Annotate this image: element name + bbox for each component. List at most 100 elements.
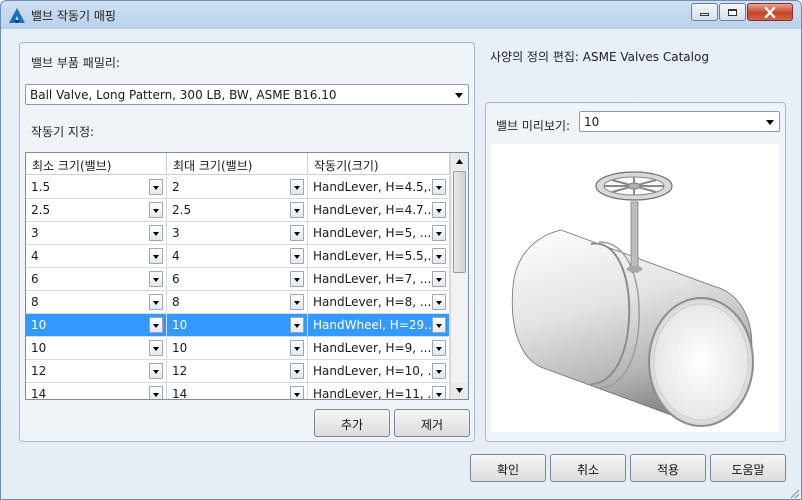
cell-dropdown-icon[interactable] (149, 340, 163, 356)
cell-dropdown-icon[interactable] (432, 363, 446, 379)
actuator-cell[interactable]: HandLever, H=5, ... (308, 222, 450, 245)
cell-dropdown-icon[interactable] (149, 248, 163, 264)
min-size-cell[interactable]: 12 (26, 360, 167, 383)
column-header-actuator[interactable]: 작동기(크기) (308, 153, 450, 174)
max-size-cell[interactable]: 12 (167, 360, 308, 383)
column-header-max-size[interactable]: 최대 크기(밸브) (167, 153, 308, 174)
cell-dropdown-icon[interactable] (432, 248, 446, 264)
actuator-cell[interactable]: HandLever, H=9, ... (308, 337, 450, 360)
cell-dropdown-icon[interactable] (432, 179, 446, 195)
actuator-cell[interactable]: HandLever, H=7, ... (308, 268, 450, 291)
scroll-up-button[interactable] (451, 153, 468, 170)
apply-button[interactable]: 적용 (630, 454, 706, 482)
ok-button[interactable]: 확인 (470, 454, 546, 482)
min-size-cell[interactable]: 4 (26, 245, 167, 268)
cell-dropdown-icon[interactable] (290, 271, 304, 287)
table-row[interactable]: 12 12 HandLever, H=10, ... (26, 360, 450, 383)
cell-dropdown-icon[interactable] (290, 363, 304, 379)
resize-grip-icon[interactable] (788, 487, 800, 499)
actuator-cell[interactable]: HandWheel, H=29.... (308, 314, 450, 337)
cell-dropdown-icon[interactable] (149, 179, 163, 195)
cell-dropdown-icon[interactable] (290, 225, 304, 241)
min-size-cell[interactable]: 10 (26, 314, 167, 337)
min-size-cell[interactable]: 14 (26, 383, 167, 399)
cell-dropdown-icon[interactable] (149, 225, 163, 241)
actuator-cell[interactable]: HandLever, H=4.5,... (308, 176, 450, 199)
preview-size-select[interactable]: 10 (579, 111, 780, 132)
cell-dropdown-icon[interactable] (149, 271, 163, 287)
actuator-cell[interactable]: HandLever, H=8, ... (308, 291, 450, 314)
max-size-cell[interactable]: 14 (167, 383, 308, 400)
cell-dropdown-icon[interactable] (432, 317, 446, 333)
table-row[interactable]: 2.5 2.5 HandLever, H=4.7... (26, 199, 450, 222)
cell-dropdown-icon[interactable] (432, 386, 446, 399)
cell-dropdown-icon[interactable] (149, 294, 163, 310)
table-row[interactable]: 3 3 HandLever, H=5, ... (26, 222, 450, 245)
actuator-cell[interactable]: HandLever, H=10, ... (308, 360, 450, 383)
min-size-cell[interactable]: 1.5 (26, 176, 167, 199)
minimize-button[interactable] (691, 3, 718, 21)
table-row[interactable]: 10 10 HandLever, H=9, ... (26, 337, 450, 360)
close-button[interactable] (747, 3, 793, 21)
max-size-cell[interactable]: 2 (167, 176, 308, 199)
actuator-cell[interactable]: HandLever, H=11, ... (308, 383, 450, 399)
cell-dropdown-icon[interactable] (290, 340, 304, 356)
grid-scrollbar[interactable] (450, 153, 468, 399)
max-size-cell[interactable]: 4 (167, 245, 308, 268)
table-row[interactable]: 8 8 HandLever, H=8, ... (26, 291, 450, 314)
min-size-cell[interactable]: 2.5 (26, 199, 167, 222)
max-size-cell-value: 6 (172, 272, 180, 286)
cell-dropdown-icon[interactable] (290, 386, 304, 399)
max-size-cell[interactable]: 10 (167, 314, 308, 337)
grid-header: 최소 크기(밸브) 최대 크기(밸브) 작동기(크기) (26, 153, 450, 175)
min-size-cell[interactable]: 6 (26, 268, 167, 291)
cell-dropdown-icon[interactable] (432, 340, 446, 356)
min-size-cell-value: 10 (31, 318, 47, 332)
actuator-cell[interactable]: HandLever, H=5.5,... (308, 245, 450, 268)
actuator-cell-value: HandLever, H=9, ... (313, 341, 432, 355)
add-button[interactable]: 추가 (314, 409, 390, 437)
cell-dropdown-icon[interactable] (149, 317, 163, 333)
table-row[interactable]: 14 14 HandLever, H=11, ... (26, 383, 450, 400)
max-size-cell[interactable]: 2.5 (167, 199, 308, 222)
actuator-cell[interactable]: HandLever, H=4.7... (308, 199, 450, 222)
max-size-cell[interactable]: 8 (167, 291, 308, 314)
max-size-cell[interactable]: 10 (167, 337, 308, 360)
cell-dropdown-icon[interactable] (290, 317, 304, 333)
table-row[interactable]: 6 6 HandLever, H=7, ... (26, 268, 450, 291)
cell-dropdown-icon[interactable] (290, 248, 304, 264)
min-size-cell-value: 6 (31, 272, 39, 286)
max-size-cell[interactable]: 6 (167, 268, 308, 291)
table-row[interactable]: 1.5 2 HandLever, H=4.5,... (26, 176, 450, 199)
cell-dropdown-icon[interactable] (290, 294, 304, 310)
scroll-down-button[interactable] (451, 382, 468, 399)
maximize-button[interactable] (719, 3, 746, 21)
cell-dropdown-icon[interactable] (149, 386, 163, 399)
column-header-min-size[interactable]: 최소 크기(밸브) (26, 153, 167, 174)
min-size-cell-value: 12 (31, 364, 47, 378)
cancel-button[interactable]: 취소 (550, 454, 626, 482)
cell-dropdown-icon[interactable] (432, 225, 446, 241)
family-select[interactable]: Ball Valve, Long Pattern, 300 LB, BW, AS… (25, 84, 469, 105)
cell-dropdown-icon[interactable] (432, 202, 446, 218)
table-row[interactable]: 4 4 HandLever, H=5.5,... (26, 245, 450, 268)
remove-button[interactable]: 제거 (394, 409, 470, 437)
min-size-cell-value: 1.5 (31, 180, 51, 194)
cell-dropdown-icon[interactable] (290, 179, 304, 195)
preview-label: 밸브 미리보기: (496, 119, 571, 133)
table-row[interactable]: 10 10 HandWheel, H=29.... (26, 314, 450, 337)
max-size-cell-value: 14 (172, 387, 188, 400)
max-size-cell[interactable]: 3 (167, 222, 308, 245)
help-button[interactable]: 도움말 (710, 454, 786, 482)
cell-dropdown-icon[interactable] (290, 202, 304, 218)
min-size-cell[interactable]: 8 (26, 291, 167, 314)
min-size-cell[interactable]: 3 (26, 222, 167, 245)
cell-dropdown-icon[interactable] (432, 294, 446, 310)
min-size-cell-value: 10 (31, 341, 47, 355)
actuator-label: 작동기 지정: (31, 125, 95, 139)
min-size-cell[interactable]: 10 (26, 337, 167, 360)
cell-dropdown-icon[interactable] (149, 363, 163, 379)
scrollbar-thumb[interactable] (453, 171, 466, 273)
cell-dropdown-icon[interactable] (432, 271, 446, 287)
cell-dropdown-icon[interactable] (149, 202, 163, 218)
